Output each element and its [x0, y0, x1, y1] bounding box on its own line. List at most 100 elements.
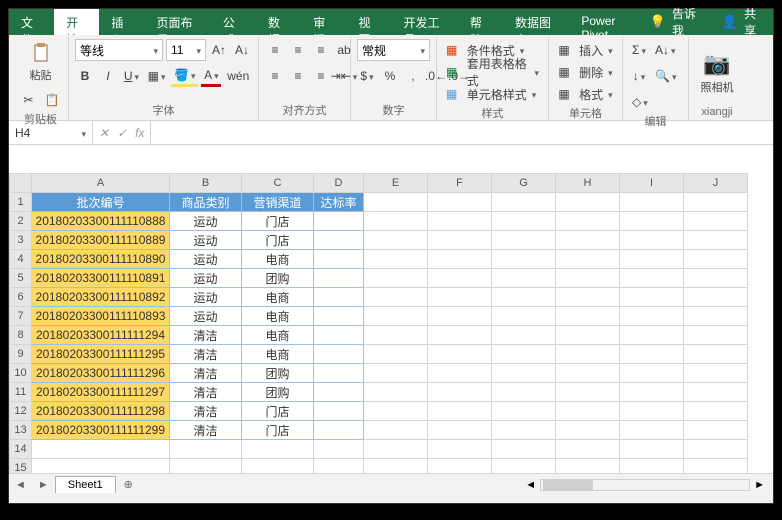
cell[interactable]: [364, 193, 428, 212]
row-header-12[interactable]: 12: [10, 402, 32, 421]
find-icon[interactable]: 🔍: [652, 65, 679, 87]
cell[interactable]: [556, 250, 620, 269]
cut-icon[interactable]: ✂: [19, 89, 39, 111]
select-all-corner[interactable]: [10, 174, 32, 193]
tab-formula[interactable]: 公式: [211, 9, 256, 35]
cell-rate[interactable]: [314, 345, 364, 364]
cell[interactable]: [364, 250, 428, 269]
cell[interactable]: [364, 440, 428, 459]
cell[interactable]: [242, 459, 314, 474]
row-header-13[interactable]: 13: [10, 421, 32, 440]
cell[interactable]: [620, 269, 684, 288]
table-format-button[interactable]: ▦ 套用表格格式: [443, 61, 542, 83]
cell-batch[interactable]: 20180203300111110890: [32, 250, 170, 269]
col-header-C[interactable]: C: [242, 174, 314, 193]
delete-cells-button[interactable]: ▦ 删除: [555, 61, 616, 83]
header-category[interactable]: 商品类别: [170, 193, 242, 212]
cell-batch[interactable]: 20180203300111111297: [32, 383, 170, 402]
cell[interactable]: [556, 307, 620, 326]
share-icon[interactable]: 👤: [722, 14, 738, 30]
row-header-8[interactable]: 8: [10, 326, 32, 345]
cell[interactable]: [428, 440, 492, 459]
cell[interactable]: [684, 269, 748, 288]
row-header-7[interactable]: 7: [10, 307, 32, 326]
row-header-1[interactable]: 1: [10, 193, 32, 212]
decrease-font-icon[interactable]: A↓: [232, 39, 252, 61]
share-button[interactable]: 共享: [744, 5, 763, 39]
tab-dev[interactable]: 开发工具: [392, 9, 458, 35]
cell[interactable]: [364, 364, 428, 383]
cell-batch[interactable]: 20180203300111110888: [32, 212, 170, 231]
header-rate[interactable]: 达标率: [314, 193, 364, 212]
col-header-D[interactable]: D: [314, 174, 364, 193]
align-center-icon[interactable]: ≡: [288, 65, 308, 87]
cell[interactable]: [556, 269, 620, 288]
enter-formula-icon[interactable]: ✓: [117, 126, 127, 140]
font-color-button[interactable]: A: [201, 65, 221, 87]
cell[interactable]: [620, 383, 684, 402]
cell[interactable]: [620, 193, 684, 212]
cell-channel[interactable]: 电商: [242, 307, 314, 326]
col-header-J[interactable]: J: [684, 174, 748, 193]
cell-category[interactable]: 运动: [170, 307, 242, 326]
cell[interactable]: [492, 364, 556, 383]
cell[interactable]: [492, 383, 556, 402]
align-left-icon[interactable]: ≡: [265, 65, 285, 87]
cell-category[interactable]: 清洁: [170, 345, 242, 364]
cell-category[interactable]: 运动: [170, 231, 242, 250]
number-format-combo[interactable]: 常规: [357, 39, 430, 61]
cell[interactable]: [684, 459, 748, 474]
cell-channel[interactable]: 电商: [242, 288, 314, 307]
row-header-14[interactable]: 14: [10, 440, 32, 459]
cell[interactable]: [620, 440, 684, 459]
horizontal-scrollbar[interactable]: [540, 479, 750, 491]
cell[interactable]: [428, 326, 492, 345]
cell-category[interactable]: 运动: [170, 269, 242, 288]
cell-rate[interactable]: [314, 307, 364, 326]
cell-rate[interactable]: [314, 231, 364, 250]
cell[interactable]: [492, 345, 556, 364]
cell-channel[interactable]: 电商: [242, 250, 314, 269]
cell-batch[interactable]: 20180203300111110893: [32, 307, 170, 326]
cell-batch[interactable]: 20180203300111111295: [32, 345, 170, 364]
align-middle-icon[interactable]: ≡: [288, 39, 308, 61]
border-button[interactable]: ▦: [145, 65, 168, 87]
row-header-3[interactable]: 3: [10, 231, 32, 250]
cell-batch[interactable]: 20180203300111111298: [32, 402, 170, 421]
cell[interactable]: [492, 250, 556, 269]
cell[interactable]: [428, 402, 492, 421]
tab-help[interactable]: 帮助: [458, 9, 503, 35]
cell[interactable]: [364, 326, 428, 345]
comma-icon[interactable]: ,: [403, 65, 423, 87]
header-batch[interactable]: 批次编号: [32, 193, 170, 212]
font-name-combo[interactable]: 等线: [75, 39, 163, 61]
header-channel[interactable]: 营销渠道: [242, 193, 314, 212]
cell-batch[interactable]: 20180203300111110889: [32, 231, 170, 250]
cell[interactable]: [364, 459, 428, 474]
cell[interactable]: [620, 231, 684, 250]
italic-button[interactable]: I: [98, 65, 118, 87]
align-top-icon[interactable]: ≡: [265, 39, 285, 61]
tab-powerpivot[interactable]: Power Pivot: [569, 9, 649, 35]
paste-button[interactable]: 粘贴: [25, 39, 57, 85]
row-header-2[interactable]: 2: [10, 212, 32, 231]
sheet-nav-prev-icon[interactable]: ◄: [9, 479, 32, 491]
cell[interactable]: [684, 288, 748, 307]
cell[interactable]: [620, 364, 684, 383]
accounting-icon[interactable]: $: [357, 65, 377, 87]
cell[interactable]: [364, 345, 428, 364]
cell-batch[interactable]: 20180203300111110891: [32, 269, 170, 288]
cell[interactable]: [556, 345, 620, 364]
copy-icon[interactable]: 📋: [42, 89, 63, 111]
cell[interactable]: [364, 402, 428, 421]
fill-icon[interactable]: ↓: [629, 65, 649, 87]
cell[interactable]: [428, 250, 492, 269]
cell[interactable]: [314, 459, 364, 474]
insert-cells-button[interactable]: ▦ 插入: [555, 39, 616, 61]
cell-channel[interactable]: 门店: [242, 421, 314, 440]
row-header-6[interactable]: 6: [10, 288, 32, 307]
cell[interactable]: [492, 307, 556, 326]
tab-view[interactable]: 视图: [346, 9, 391, 35]
row-header-15[interactable]: 15: [10, 459, 32, 474]
cell-style-button[interactable]: ▦ 单元格样式: [443, 83, 542, 105]
